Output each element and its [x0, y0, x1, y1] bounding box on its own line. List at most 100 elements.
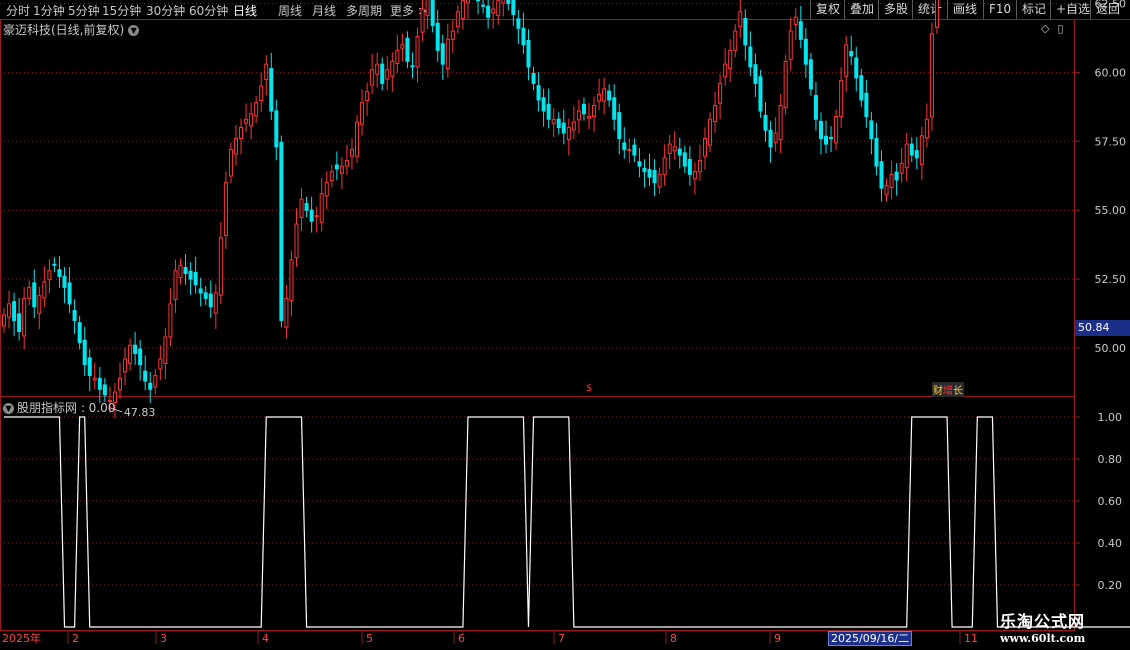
indicator-tick-label: 0.60	[1098, 495, 1123, 508]
candle-body	[924, 118, 929, 139]
candle-body	[808, 59, 813, 90]
candle-body	[309, 209, 314, 222]
candle-body	[153, 375, 158, 388]
candle-body	[778, 104, 783, 141]
chart-title-text: 豪迈科技(日线,前复权)	[3, 23, 125, 37]
candle-body	[440, 43, 445, 65]
candle-body	[269, 68, 274, 112]
candle-body	[713, 104, 718, 122]
candle-body	[612, 97, 617, 120]
candle-body	[758, 76, 763, 112]
candle-body	[314, 215, 319, 218]
candle-body	[82, 339, 87, 366]
candle-body	[516, 18, 521, 29]
candle-body	[874, 138, 879, 167]
month-label: 11	[964, 632, 978, 645]
candle-body	[249, 113, 254, 127]
candle-body	[289, 259, 294, 302]
candle-body	[783, 60, 788, 109]
candle-body	[632, 144, 637, 156]
candle-body	[37, 295, 42, 314]
panel-icon[interactable]: ▯	[1057, 22, 1063, 35]
candle-body	[72, 310, 77, 321]
candle-body	[57, 269, 62, 277]
month-label: 6	[458, 632, 465, 645]
candle-body	[349, 149, 354, 157]
price-tick-label: 52.50	[1095, 273, 1127, 286]
indicator-title[interactable]: ▼ 股朋指标网 : 0.00	[3, 399, 115, 416]
candle-body	[793, 16, 798, 25]
candle-body	[627, 149, 632, 152]
candle-body	[138, 348, 143, 366]
candle-body	[536, 85, 541, 101]
candle-body	[934, 0, 939, 28]
candle-body	[702, 138, 707, 157]
candle-body	[460, 0, 465, 19]
candle-body	[380, 63, 385, 84]
candle-body	[370, 69, 375, 86]
candle-body	[385, 69, 390, 80]
candle-body	[667, 143, 672, 154]
candle-body	[218, 237, 223, 296]
candle-body	[763, 114, 768, 131]
candle-body	[334, 164, 339, 170]
candle-body	[465, 0, 470, 4]
candle-body	[677, 148, 682, 156]
chevron-down-icon[interactable]: ▼	[3, 403, 14, 414]
candle-body	[148, 382, 153, 390]
diamond-icon[interactable]: ◇	[1041, 22, 1049, 35]
candle-body	[687, 158, 692, 175]
candle-body	[22, 297, 27, 337]
candle-body	[773, 132, 778, 143]
chart-title[interactable]: 豪迈科技(日线,前复权) ▼	[3, 21, 140, 38]
month-label: 3	[160, 632, 167, 645]
month-label: 9	[774, 632, 781, 645]
candle-body	[77, 322, 82, 343]
candle-body	[133, 344, 138, 355]
candle-body	[299, 198, 304, 218]
candle-body	[198, 288, 203, 294]
candle-body	[592, 104, 597, 117]
candle-body	[869, 120, 874, 140]
candle-body	[798, 21, 803, 40]
candle-body	[602, 88, 607, 102]
candle-body	[32, 282, 37, 308]
candle-body	[410, 65, 415, 68]
candle-body	[128, 344, 133, 364]
candle-body	[188, 270, 193, 280]
candle-body	[27, 286, 32, 299]
candle-body	[561, 122, 566, 134]
candle-body	[62, 275, 67, 288]
candle-body	[365, 91, 370, 102]
candle-body	[304, 203, 309, 211]
chevron-down-icon[interactable]: ▼	[128, 25, 140, 36]
dividend-marker[interactable]: $	[586, 383, 592, 394]
price-tick-label: 55.00	[1095, 204, 1127, 217]
candle-body	[637, 161, 642, 167]
candle-body	[652, 170, 657, 184]
candle-body	[829, 136, 834, 140]
candle-body	[748, 46, 753, 68]
cursor-date-box: 2025/09/16/二	[828, 631, 913, 646]
candlestick-chart[interactable]: 70.0067.5065.0062.5060.0057.5055.0052.50…	[0, 0, 1130, 650]
share-increase-marker[interactable]: 财增长	[932, 382, 964, 397]
indicator-title-text: 股朋指标网 : 0.00	[17, 401, 116, 415]
candle-body	[233, 138, 238, 155]
candle-body	[183, 267, 188, 275]
month-label: 4	[262, 632, 269, 645]
candle-body	[839, 80, 844, 117]
candle-body	[566, 127, 571, 141]
candle-body	[657, 173, 662, 188]
candle-body	[728, 49, 733, 70]
candle-body	[284, 297, 289, 328]
month-label: 5	[366, 632, 373, 645]
candle-body	[859, 75, 864, 101]
candle-body	[647, 168, 652, 178]
month-label: 7	[558, 632, 565, 645]
candle-body	[708, 118, 713, 146]
candle-body	[415, 36, 420, 68]
candle-body	[87, 357, 92, 377]
price-tick-label: 60.00	[1095, 66, 1127, 79]
candle-body	[178, 264, 183, 278]
month-label: 8	[670, 632, 677, 645]
